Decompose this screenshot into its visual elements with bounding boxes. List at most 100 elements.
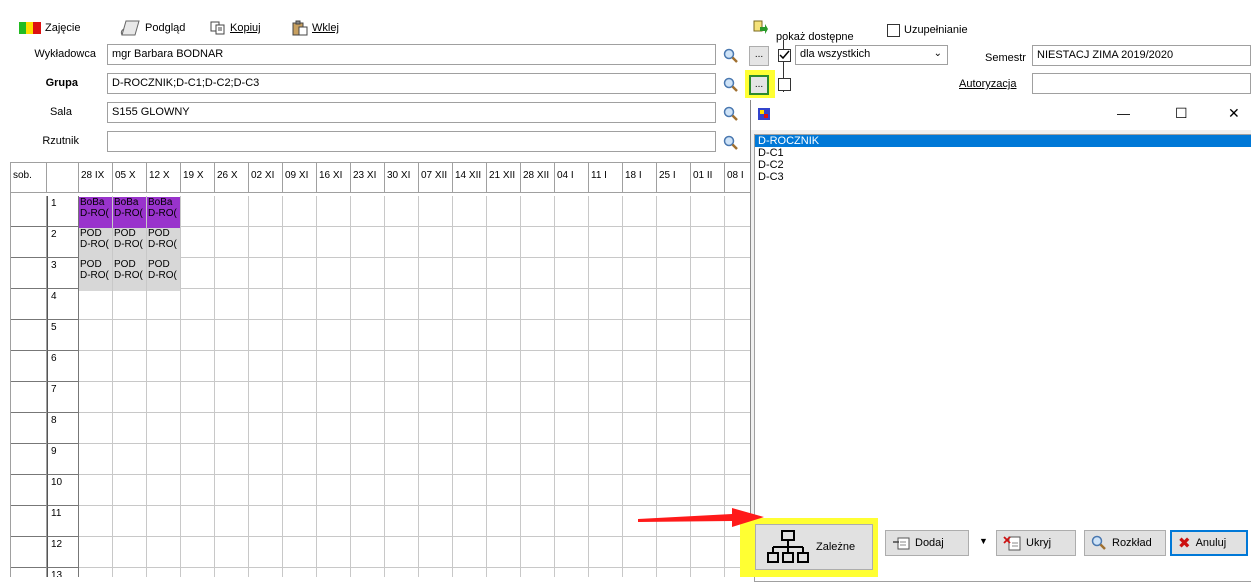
grid-cell[interactable] (453, 289, 487, 320)
grid-cell[interactable] (521, 568, 555, 577)
group-list-item[interactable]: D-C3 (755, 171, 1251, 183)
grid-cell[interactable] (487, 444, 521, 475)
grid-cell[interactable] (283, 413, 317, 444)
grid-cell[interactable] (181, 444, 215, 475)
grid-cell[interactable] (589, 351, 623, 382)
lesson-block[interactable]: BoBa D-RO( (79, 197, 112, 229)
grid-column-header[interactable]: 28 IX (79, 163, 113, 193)
grid-cell[interactable] (249, 227, 283, 258)
grid-cell[interactable] (657, 475, 691, 506)
grid-cell[interactable] (317, 413, 351, 444)
grid-cell[interactable] (215, 320, 249, 351)
grid-cell[interactable] (521, 413, 555, 444)
wykladowca-more-button[interactable]: ... (749, 46, 769, 66)
grid-column-header[interactable]: 02 XI (249, 163, 283, 193)
search-icon[interactable] (723, 135, 739, 151)
grid-column-header[interactable]: 21 XII (487, 163, 521, 193)
grid-cell[interactable] (691, 320, 725, 351)
grid-cell[interactable] (113, 506, 147, 537)
grid-cell[interactable] (419, 382, 453, 413)
grid-cell[interactable] (691, 258, 725, 289)
grid-column-header[interactable]: 04 I (555, 163, 589, 193)
grid-cell[interactable] (385, 351, 419, 382)
grid-cell[interactable] (215, 196, 249, 227)
grid-column-header[interactable]: 25 I (657, 163, 691, 193)
grid-cell[interactable] (215, 413, 249, 444)
grid-cell[interactable] (79, 568, 113, 577)
grid-cell[interactable] (351, 258, 385, 289)
grid-cell[interactable] (283, 537, 317, 568)
grid-cell[interactable] (283, 227, 317, 258)
grid-cell[interactable] (487, 506, 521, 537)
grid-cell[interactable] (691, 382, 725, 413)
grid-cell[interactable] (419, 506, 453, 537)
grid-cell[interactable] (317, 506, 351, 537)
grid-cell[interactable] (181, 196, 215, 227)
grid-cell[interactable] (521, 351, 555, 382)
maximize-button[interactable]: ☐ (1175, 105, 1188, 122)
grid-cell[interactable] (725, 413, 752, 444)
grid-cell[interactable] (487, 568, 521, 577)
grid-cell[interactable] (181, 258, 215, 289)
dodaj-dropdown-arrow-icon[interactable]: ▼ (979, 536, 988, 546)
grid-cell[interactable] (351, 444, 385, 475)
grid-cell[interactable] (147, 289, 181, 320)
lesson-block[interactable]: POD D-RO( (79, 228, 112, 260)
lesson-block[interactable]: POD D-RO( (113, 228, 146, 260)
grid-cell[interactable] (657, 413, 691, 444)
grid-cell[interactable] (589, 537, 623, 568)
grid-cell[interactable] (113, 413, 147, 444)
grid-cell[interactable] (657, 537, 691, 568)
grid-cell[interactable] (317, 351, 351, 382)
grid-cell[interactable] (419, 196, 453, 227)
grid-cell[interactable] (555, 382, 589, 413)
grid-cell[interactable] (351, 537, 385, 568)
grid-cell[interactable] (419, 568, 453, 577)
grid-cell[interactable] (657, 196, 691, 227)
grid-cell[interactable] (249, 506, 283, 537)
search-icon[interactable] (723, 48, 739, 64)
grid-cell[interactable] (589, 227, 623, 258)
grid-cell[interactable] (283, 568, 317, 577)
grid-column-header[interactable]: 01 II (691, 163, 725, 193)
autoryzacja-field[interactable] (1032, 73, 1251, 94)
grid-cell[interactable] (623, 568, 657, 577)
grid-cell[interactable] (79, 351, 113, 382)
grid-cell[interactable] (657, 227, 691, 258)
lesson-block[interactable]: BoBa D-RO( (147, 197, 180, 229)
grid-cell[interactable] (113, 289, 147, 320)
grid-cell[interactable] (691, 227, 725, 258)
grid-column-header[interactable]: 16 XI (317, 163, 351, 193)
grid-column-header[interactable]: 05 X (113, 163, 147, 193)
grid-cell[interactable] (79, 475, 113, 506)
grid-cell[interactable] (487, 289, 521, 320)
grid-cell[interactable] (657, 444, 691, 475)
grid-cell[interactable] (419, 475, 453, 506)
grid-cell[interactable] (657, 289, 691, 320)
grid-cell[interactable] (623, 320, 657, 351)
lesson-block[interactable]: BoBa D-RO( (113, 197, 146, 229)
grid-cell[interactable] (589, 506, 623, 537)
grid-cell[interactable] (283, 382, 317, 413)
grid-cell[interactable] (521, 475, 555, 506)
grid-cell[interactable] (385, 444, 419, 475)
grid-cell[interactable] (555, 506, 589, 537)
grid-cell[interactable] (453, 258, 487, 289)
grid-cell[interactable] (419, 413, 453, 444)
grid-cell[interactable] (249, 568, 283, 577)
grid-cell[interactable] (623, 413, 657, 444)
grid-cell[interactable] (555, 413, 589, 444)
grid-cell[interactable] (351, 351, 385, 382)
grid-cell[interactable] (113, 444, 147, 475)
grid-cell[interactable] (249, 351, 283, 382)
grid-cell[interactable] (215, 258, 249, 289)
grid-cell[interactable] (725, 227, 752, 258)
grid-cell[interactable] (317, 289, 351, 320)
grid-cell[interactable] (385, 320, 419, 351)
grid-column-header[interactable]: 08 I (725, 163, 752, 193)
grid-cell[interactable] (283, 506, 317, 537)
grid-cell[interactable] (691, 568, 725, 577)
grid-cell[interactable] (487, 351, 521, 382)
grid-column-header[interactable]: 23 XI (351, 163, 385, 193)
grid-cell[interactable] (249, 258, 283, 289)
